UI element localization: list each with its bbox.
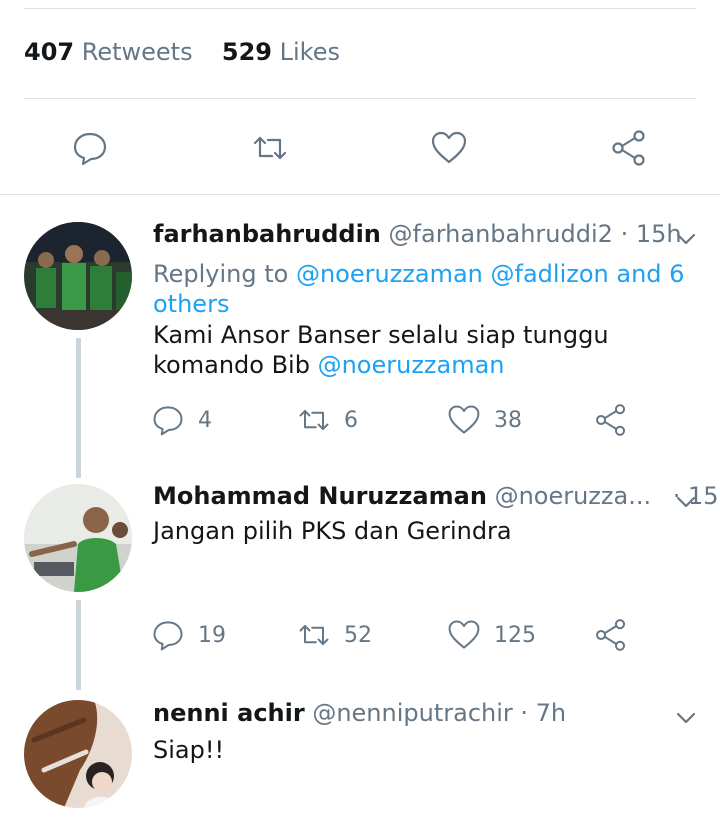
avatar-photo-speaker xyxy=(24,484,132,592)
author-handle[interactable]: @nenniputrachir xyxy=(312,699,512,727)
reply-icon xyxy=(153,621,183,651)
tweet-header: Mohammad Nuruzzaman @noeruzza... · 15h xyxy=(153,482,720,510)
like-button[interactable] xyxy=(425,124,473,172)
reply-button[interactable] xyxy=(66,124,114,172)
share-button[interactable] xyxy=(593,615,629,655)
tweet-header: farhanbahruddin @farhanbahruddi2 · 15h xyxy=(153,220,682,248)
tweet-stats: 407 Retweets 529 Likes xyxy=(24,38,340,66)
replying-prefix: Replying to xyxy=(153,260,289,288)
tweet-action-bar xyxy=(0,124,720,172)
share-button[interactable] xyxy=(605,124,653,172)
retweet-count: 6 xyxy=(344,407,358,433)
reply-button[interactable]: 4 xyxy=(150,400,212,440)
retweets-label[interactable]: Retweets xyxy=(82,38,193,66)
reply-count: 19 xyxy=(198,622,226,648)
share-icon xyxy=(596,619,626,651)
tweet-text: Kami Ansor Banser selalu siap tunggu kom… xyxy=(153,320,698,380)
tweet-actions: 19 52 125 xyxy=(150,615,650,655)
thread-line xyxy=(76,600,81,690)
avatar-photo-horse xyxy=(24,700,132,808)
reply-icon xyxy=(73,132,107,166)
chevron-down-icon xyxy=(676,233,696,245)
tweet-text: Siap!! xyxy=(153,735,698,765)
retweet-icon xyxy=(299,625,329,645)
like-icon xyxy=(448,620,480,649)
likes-count[interactable]: 529 xyxy=(222,38,272,66)
author-name[interactable]: farhanbahruddin xyxy=(153,220,381,248)
avatar-photo-group xyxy=(24,222,132,330)
chevron-down-icon xyxy=(676,712,696,724)
like-count: 38 xyxy=(494,407,522,433)
like-count: 125 xyxy=(494,622,536,648)
avatar[interactable] xyxy=(24,700,132,808)
reply-count: 4 xyxy=(198,407,212,433)
retweet-icon xyxy=(299,410,329,430)
tweet-time[interactable]: · 7h xyxy=(520,699,566,727)
author-name[interactable]: nenni achir xyxy=(153,699,305,727)
retweet-button[interactable]: 6 xyxy=(296,400,358,440)
avatar[interactable] xyxy=(24,222,132,330)
share-button[interactable] xyxy=(593,400,629,440)
tweet-menu-button[interactable] xyxy=(672,225,700,253)
tweet-body: Jangan pilih PKS dan Gerindra xyxy=(153,517,512,545)
replying-to: Replying to @noeruzzaman @fadlizon and 6… xyxy=(153,259,693,319)
retweet-button[interactable]: 52 xyxy=(296,615,372,655)
action-bar-divider xyxy=(0,194,720,195)
author-handle[interactable]: @farhanbahruddi2 xyxy=(389,220,613,248)
like-icon xyxy=(431,131,467,164)
share-icon xyxy=(612,130,645,166)
chevron-down-icon xyxy=(676,496,696,508)
likes-label[interactable]: Likes xyxy=(280,38,340,66)
tweet-body: Siap!! xyxy=(153,736,225,764)
author-name[interactable]: Mohammad Nuruzzaman xyxy=(153,482,487,510)
reply-button[interactable]: 19 xyxy=(150,615,226,655)
tweet-text: Jangan pilih PKS dan Gerindra xyxy=(153,516,698,546)
stats-divider xyxy=(24,98,696,99)
retweet-count: 52 xyxy=(344,622,372,648)
top-divider xyxy=(24,8,696,9)
thread-line xyxy=(76,338,81,478)
tweet-actions: 4 6 38 xyxy=(150,400,650,440)
tweet-menu-button[interactable] xyxy=(672,704,700,732)
mention-link[interactable]: @noeruzzaman xyxy=(318,351,505,379)
avatar[interactable] xyxy=(24,484,132,592)
like-icon xyxy=(448,405,480,434)
like-button[interactable]: 38 xyxy=(446,400,522,440)
author-handle[interactable]: @noeruzza... xyxy=(495,482,652,510)
tweet-menu-button[interactable] xyxy=(672,488,700,516)
share-icon xyxy=(596,404,626,436)
reply-icon xyxy=(153,406,183,436)
retweet-icon xyxy=(253,136,287,160)
like-button[interactable]: 125 xyxy=(446,615,536,655)
retweets-count[interactable]: 407 xyxy=(24,38,74,66)
tweet-header: nenni achir @nenniputrachir · 7h xyxy=(153,699,566,727)
retweet-button[interactable] xyxy=(246,124,294,172)
